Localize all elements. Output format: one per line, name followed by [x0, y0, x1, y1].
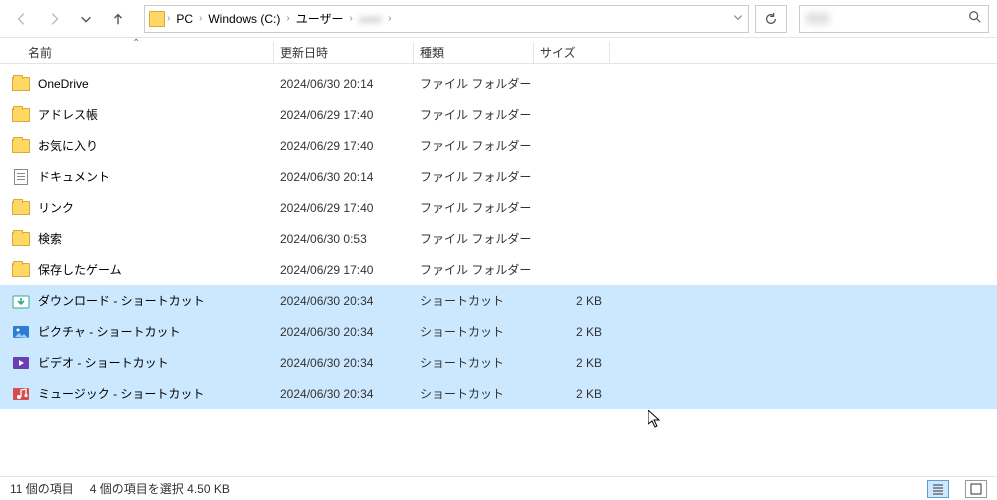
file-list: OneDrive2024/06/30 20:14ファイル フォルダーアドレス帳2…	[0, 64, 997, 409]
download-icon	[12, 293, 30, 309]
file-type: ファイル フォルダー	[414, 106, 534, 123]
file-name: ミュージック - ショートカット	[38, 385, 204, 402]
chevron-right-icon[interactable]: ›	[388, 13, 391, 24]
address-bar[interactable]: › PC › Windows (C:) › ユーザー › user ›	[144, 5, 749, 33]
file-row[interactable]: ドキュメント 2024/06/30 20:14ファイル フォルダー	[0, 161, 997, 192]
file-name: OneDrive	[38, 77, 89, 91]
chevron-right-icon[interactable]: ›	[286, 13, 289, 24]
doc-icon	[12, 169, 30, 185]
folder-icon	[12, 76, 30, 92]
file-name: 検索	[38, 230, 62, 247]
sort-indicator-icon: ⌃	[132, 38, 140, 49]
view-large-button[interactable]	[965, 480, 987, 498]
file-row[interactable]: 検索 2024/06/30 0:53ファイル フォルダー	[0, 223, 997, 254]
file-date: 2024/06/30 20:34	[274, 294, 414, 308]
file-date: 2024/06/29 17:40	[274, 108, 414, 122]
folder-icon	[12, 231, 30, 247]
file-size: 2 KB	[534, 325, 610, 339]
file-name: ドキュメント	[38, 168, 110, 185]
folder-icon	[12, 262, 30, 278]
file-type: ショートカット	[414, 292, 534, 309]
status-count: 11 個の項目	[10, 480, 74, 497]
file-type: ファイル フォルダー	[414, 199, 534, 216]
file-type: ショートカット	[414, 354, 534, 371]
file-name: ビデオ - ショートカット	[38, 354, 169, 371]
file-type: ショートカット	[414, 385, 534, 402]
file-date: 2024/06/30 20:14	[274, 77, 414, 91]
file-row[interactable]: ピクチャ - ショートカット 2024/06/30 20:34ショートカット2 K…	[0, 316, 997, 347]
file-row[interactable]: アドレス帳 2024/06/29 17:40ファイル フォルダー	[0, 99, 997, 130]
file-date: 2024/06/29 17:40	[274, 263, 414, 277]
recent-dropdown[interactable]	[72, 5, 100, 33]
toolbar: › PC › Windows (C:) › ユーザー › user › 検索	[0, 0, 997, 38]
folder-icon	[149, 11, 165, 27]
column-header-size[interactable]: サイズ	[534, 42, 610, 63]
file-date: 2024/06/30 20:14	[274, 170, 414, 184]
file-row[interactable]: ビデオ - ショートカット 2024/06/30 20:34ショートカット2 KB	[0, 347, 997, 378]
column-header-date[interactable]: 更新日時	[274, 42, 414, 63]
folder-icon	[12, 138, 30, 154]
breadcrumb-item[interactable]: ユーザー	[292, 8, 348, 29]
music-icon	[12, 386, 30, 402]
back-button[interactable]	[8, 5, 36, 33]
file-type: ファイル フォルダー	[414, 137, 534, 154]
chevron-right-icon[interactable]: ›	[167, 13, 170, 24]
pictures-icon	[12, 324, 30, 340]
column-header-type[interactable]: 種類	[414, 42, 534, 63]
folder-icon	[12, 107, 30, 123]
file-row[interactable]: お気に入り 2024/06/29 17:40ファイル フォルダー	[0, 130, 997, 161]
file-row[interactable]: ダウンロード - ショートカット 2024/06/30 20:34ショートカット2…	[0, 285, 997, 316]
file-type: ファイル フォルダー	[414, 168, 534, 185]
file-name: リンク	[38, 199, 74, 216]
file-type: ファイル フォルダー	[414, 75, 534, 92]
search-placeholder: 検索	[806, 10, 968, 27]
breadcrumb-item[interactable]: Windows (C:)	[204, 10, 284, 28]
file-date: 2024/06/29 17:40	[274, 201, 414, 215]
status-selection: 4 個の項目を選択 4.50 KB	[90, 480, 230, 497]
breadcrumb-item-current[interactable]: user	[355, 10, 386, 28]
file-date: 2024/06/30 20:34	[274, 387, 414, 401]
folder-icon	[12, 200, 30, 216]
file-name: お気に入り	[38, 137, 98, 154]
status-bar: 11 個の項目 4 個の項目を選択 4.50 KB	[0, 476, 997, 500]
up-button[interactable]	[104, 5, 132, 33]
forward-button[interactable]	[40, 5, 68, 33]
file-name: ピクチャ - ショートカット	[38, 323, 181, 340]
file-size: 2 KB	[534, 294, 610, 308]
search-icon[interactable]	[968, 10, 982, 27]
file-date: 2024/06/30 0:53	[274, 232, 414, 246]
column-header-name[interactable]: 名前	[22, 42, 274, 63]
file-name: ダウンロード - ショートカット	[38, 292, 205, 309]
file-row[interactable]: ミュージック - ショートカット 2024/06/30 20:34ショートカット2…	[0, 378, 997, 409]
breadcrumb-item[interactable]: PC	[172, 10, 197, 28]
file-row[interactable]: 保存したゲーム 2024/06/29 17:40ファイル フォルダー	[0, 254, 997, 285]
file-row[interactable]: OneDrive 2024/06/30 20:14ファイル フォルダー	[0, 68, 997, 99]
column-headers: ⌃ 名前 更新日時 種類 サイズ	[0, 38, 997, 64]
address-dropdown[interactable]	[732, 11, 744, 26]
file-row[interactable]: リンク 2024/06/29 17:40ファイル フォルダー	[0, 192, 997, 223]
videos-icon	[12, 355, 30, 371]
file-date: 2024/06/30 20:34	[274, 356, 414, 370]
file-name: アドレス帳	[38, 106, 98, 123]
file-size: 2 KB	[534, 387, 610, 401]
file-name: 保存したゲーム	[38, 261, 122, 278]
view-details-button[interactable]	[927, 480, 949, 498]
file-type: ファイル フォルダー	[414, 230, 534, 247]
file-size: 2 KB	[534, 356, 610, 370]
file-type: ショートカット	[414, 323, 534, 340]
chevron-right-icon[interactable]: ›	[199, 13, 202, 24]
file-date: 2024/06/29 17:40	[274, 139, 414, 153]
chevron-right-icon[interactable]: ›	[349, 13, 352, 24]
search-input[interactable]: 検索	[799, 5, 989, 33]
file-date: 2024/06/30 20:34	[274, 325, 414, 339]
refresh-button[interactable]	[755, 5, 787, 33]
file-type: ファイル フォルダー	[414, 261, 534, 278]
mouse-cursor-icon	[648, 410, 664, 430]
